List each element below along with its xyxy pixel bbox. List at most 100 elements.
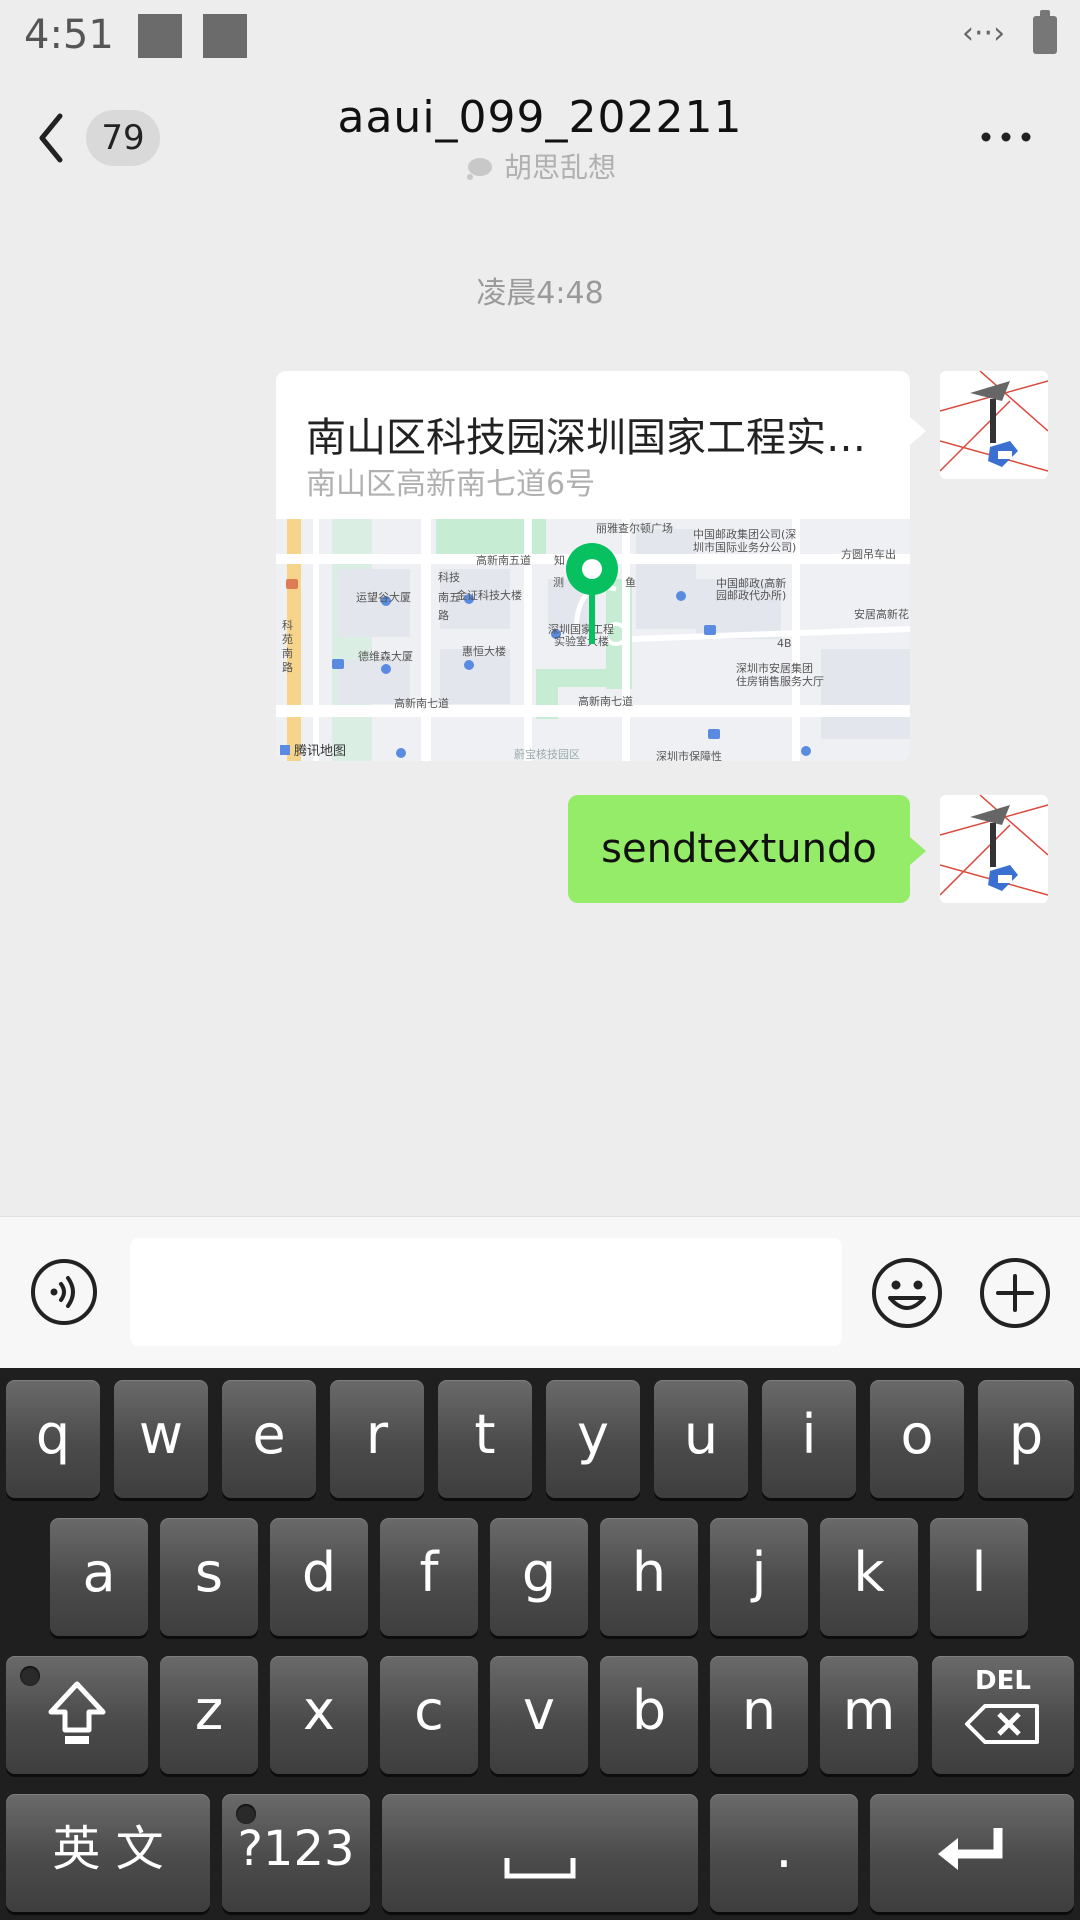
enter-key[interactable] bbox=[870, 1794, 1074, 1912]
shift-arrow-icon bbox=[48, 1681, 106, 1744]
map-label: 南 bbox=[282, 647, 293, 660]
key-l[interactable]: l bbox=[930, 1518, 1028, 1636]
message-timestamp: 凌晨4:48 bbox=[476, 276, 604, 311]
key-c[interactable]: c bbox=[380, 1656, 478, 1774]
map-label: 金证科技大楼 bbox=[456, 588, 522, 602]
message-input[interactable] bbox=[130, 1238, 842, 1346]
sent-text-bubble[interactable]: sendtextundo bbox=[568, 795, 910, 903]
space-icon bbox=[504, 1858, 576, 1879]
map-label: 测 bbox=[553, 576, 564, 589]
map-label: 方圆吊车出 bbox=[841, 547, 896, 561]
location-map: 丽雅查尔顿广场 中国邮政集团公司(深 圳市国际业务分公司) 高新南五道 知 方圆… bbox=[276, 519, 910, 761]
emoji-icon bbox=[872, 1258, 942, 1328]
delete-key[interactable]: DEL bbox=[932, 1656, 1074, 1774]
more-options-button[interactable] bbox=[976, 120, 1036, 154]
enter-arrow-icon bbox=[938, 1828, 1003, 1870]
chat-subtitle: 胡思乱想 bbox=[0, 146, 1080, 186]
backspace-icon bbox=[965, 1704, 1039, 1744]
symbols-key[interactable]: ?123 bbox=[222, 1794, 370, 1912]
key-s[interactable]: s bbox=[160, 1518, 258, 1636]
location-message-card[interactable]: 南山区科技园深圳国家工程实… 南山区高新南七道6号 丽雅查尔顿广场 中国邮政集团… bbox=[276, 371, 910, 761]
key-m[interactable]: m bbox=[820, 1656, 918, 1774]
more-dots-icon bbox=[981, 132, 1031, 142]
map-label: 住房销售服务大厅 bbox=[736, 674, 824, 688]
map-label: 蔚宝核技园区 bbox=[514, 747, 580, 761]
shift-key[interactable] bbox=[6, 1656, 148, 1774]
key-j[interactable]: j bbox=[710, 1518, 808, 1636]
map-label: 知 bbox=[554, 553, 565, 567]
period-key[interactable]: . bbox=[710, 1794, 858, 1912]
chat-title: aaui_099_202211 bbox=[337, 92, 743, 143]
map-label: 园邮政代办所) bbox=[716, 588, 786, 602]
map-label: 深圳市保障性 bbox=[656, 749, 722, 761]
key-a[interactable]: a bbox=[50, 1518, 148, 1636]
user-avatar[interactable] bbox=[940, 795, 1048, 903]
key-b[interactable]: b bbox=[600, 1656, 698, 1774]
map-label: 路 bbox=[282, 661, 293, 674]
key-u[interactable]: u bbox=[654, 1380, 748, 1498]
symbols-key-label: ?123 bbox=[237, 1821, 355, 1877]
key-i[interactable]: i bbox=[762, 1380, 856, 1498]
key-r[interactable]: r bbox=[330, 1380, 424, 1498]
plus-icon bbox=[980, 1258, 1050, 1328]
key-q[interactable]: q bbox=[6, 1380, 100, 1498]
map-label: 鱼 bbox=[625, 575, 636, 589]
map-label: 科技 bbox=[438, 570, 460, 584]
key-g[interactable]: g bbox=[490, 1518, 588, 1636]
map-label: 中国邮政(高新 bbox=[716, 576, 786, 590]
status-time: 4:51 bbox=[24, 12, 114, 58]
emoji-button[interactable] bbox=[870, 1256, 944, 1330]
voice-input-button[interactable] bbox=[30, 1258, 98, 1326]
key-z[interactable]: z bbox=[160, 1656, 258, 1774]
key-h[interactable]: h bbox=[600, 1518, 698, 1636]
more-actions-button[interactable] bbox=[978, 1256, 1052, 1330]
map-label: 深圳市安居集团 bbox=[736, 661, 813, 675]
location-title: 南山区科技园深圳国家工程实… bbox=[306, 415, 866, 461]
key-e[interactable]: e bbox=[222, 1380, 316, 1498]
delete-key-label: DEL bbox=[975, 1666, 1031, 1696]
map-provider-label: 腾讯地图 bbox=[294, 743, 346, 759]
voice-icon bbox=[31, 1259, 97, 1325]
bubble-tail bbox=[910, 417, 926, 445]
key-p[interactable]: p bbox=[978, 1380, 1074, 1498]
map-label: 高新南五道 bbox=[476, 553, 531, 567]
map-label: 安居高新花 bbox=[854, 607, 909, 621]
map-label: 运望谷大厦 bbox=[356, 590, 411, 604]
key-v[interactable]: v bbox=[490, 1656, 588, 1774]
key-k[interactable]: k bbox=[820, 1518, 918, 1636]
map-label: 丽雅查尔顿广场 bbox=[596, 521, 673, 535]
map-label: 高新南七道 bbox=[394, 696, 449, 710]
map-label: 德维森大厦 bbox=[358, 649, 413, 663]
key-n[interactable]: n bbox=[710, 1656, 808, 1774]
map-label: 中国邮政集团公司(深 bbox=[693, 527, 796, 541]
map-label: 圳市国际业务分公司) bbox=[693, 540, 796, 554]
notification-icon bbox=[203, 14, 247, 58]
map-label: 4B bbox=[777, 637, 792, 650]
map-label: 实验室大楼 bbox=[554, 634, 609, 648]
key-y[interactable]: y bbox=[546, 1380, 640, 1498]
space-key[interactable] bbox=[382, 1794, 698, 1912]
map-label: 惠恒大楼 bbox=[462, 644, 506, 658]
map-label: 苑 bbox=[282, 633, 293, 646]
map-label: 高新南七道 bbox=[578, 694, 633, 708]
key-w[interactable]: w bbox=[114, 1380, 208, 1498]
subtitle-text: 胡思乱想 bbox=[503, 151, 616, 184]
data-sync-icon: ‹··› bbox=[962, 16, 1006, 51]
language-switch-key[interactable]: 英 文 bbox=[6, 1794, 210, 1912]
location-address: 南山区高新南七道6号 bbox=[306, 467, 596, 502]
notification-icon bbox=[138, 14, 182, 58]
chat-bubble-icon bbox=[466, 158, 492, 180]
map-label: 路 bbox=[438, 609, 449, 622]
bubble-tail bbox=[910, 837, 926, 865]
key-x[interactable]: x bbox=[270, 1656, 368, 1774]
map-label: 深圳国家工程 bbox=[548, 622, 614, 636]
key-f[interactable]: f bbox=[380, 1518, 478, 1636]
battery-icon bbox=[1033, 10, 1057, 54]
key-t[interactable]: t bbox=[438, 1380, 532, 1498]
key-o[interactable]: o bbox=[870, 1380, 964, 1498]
user-avatar[interactable] bbox=[940, 371, 1048, 479]
soft-keyboard: q w e r t y u i o p a s d f g h j k l z … bbox=[0, 1368, 1080, 1920]
map-label: 科 bbox=[282, 618, 293, 632]
map-label: 南五 bbox=[438, 591, 460, 604]
key-d[interactable]: d bbox=[270, 1518, 368, 1636]
